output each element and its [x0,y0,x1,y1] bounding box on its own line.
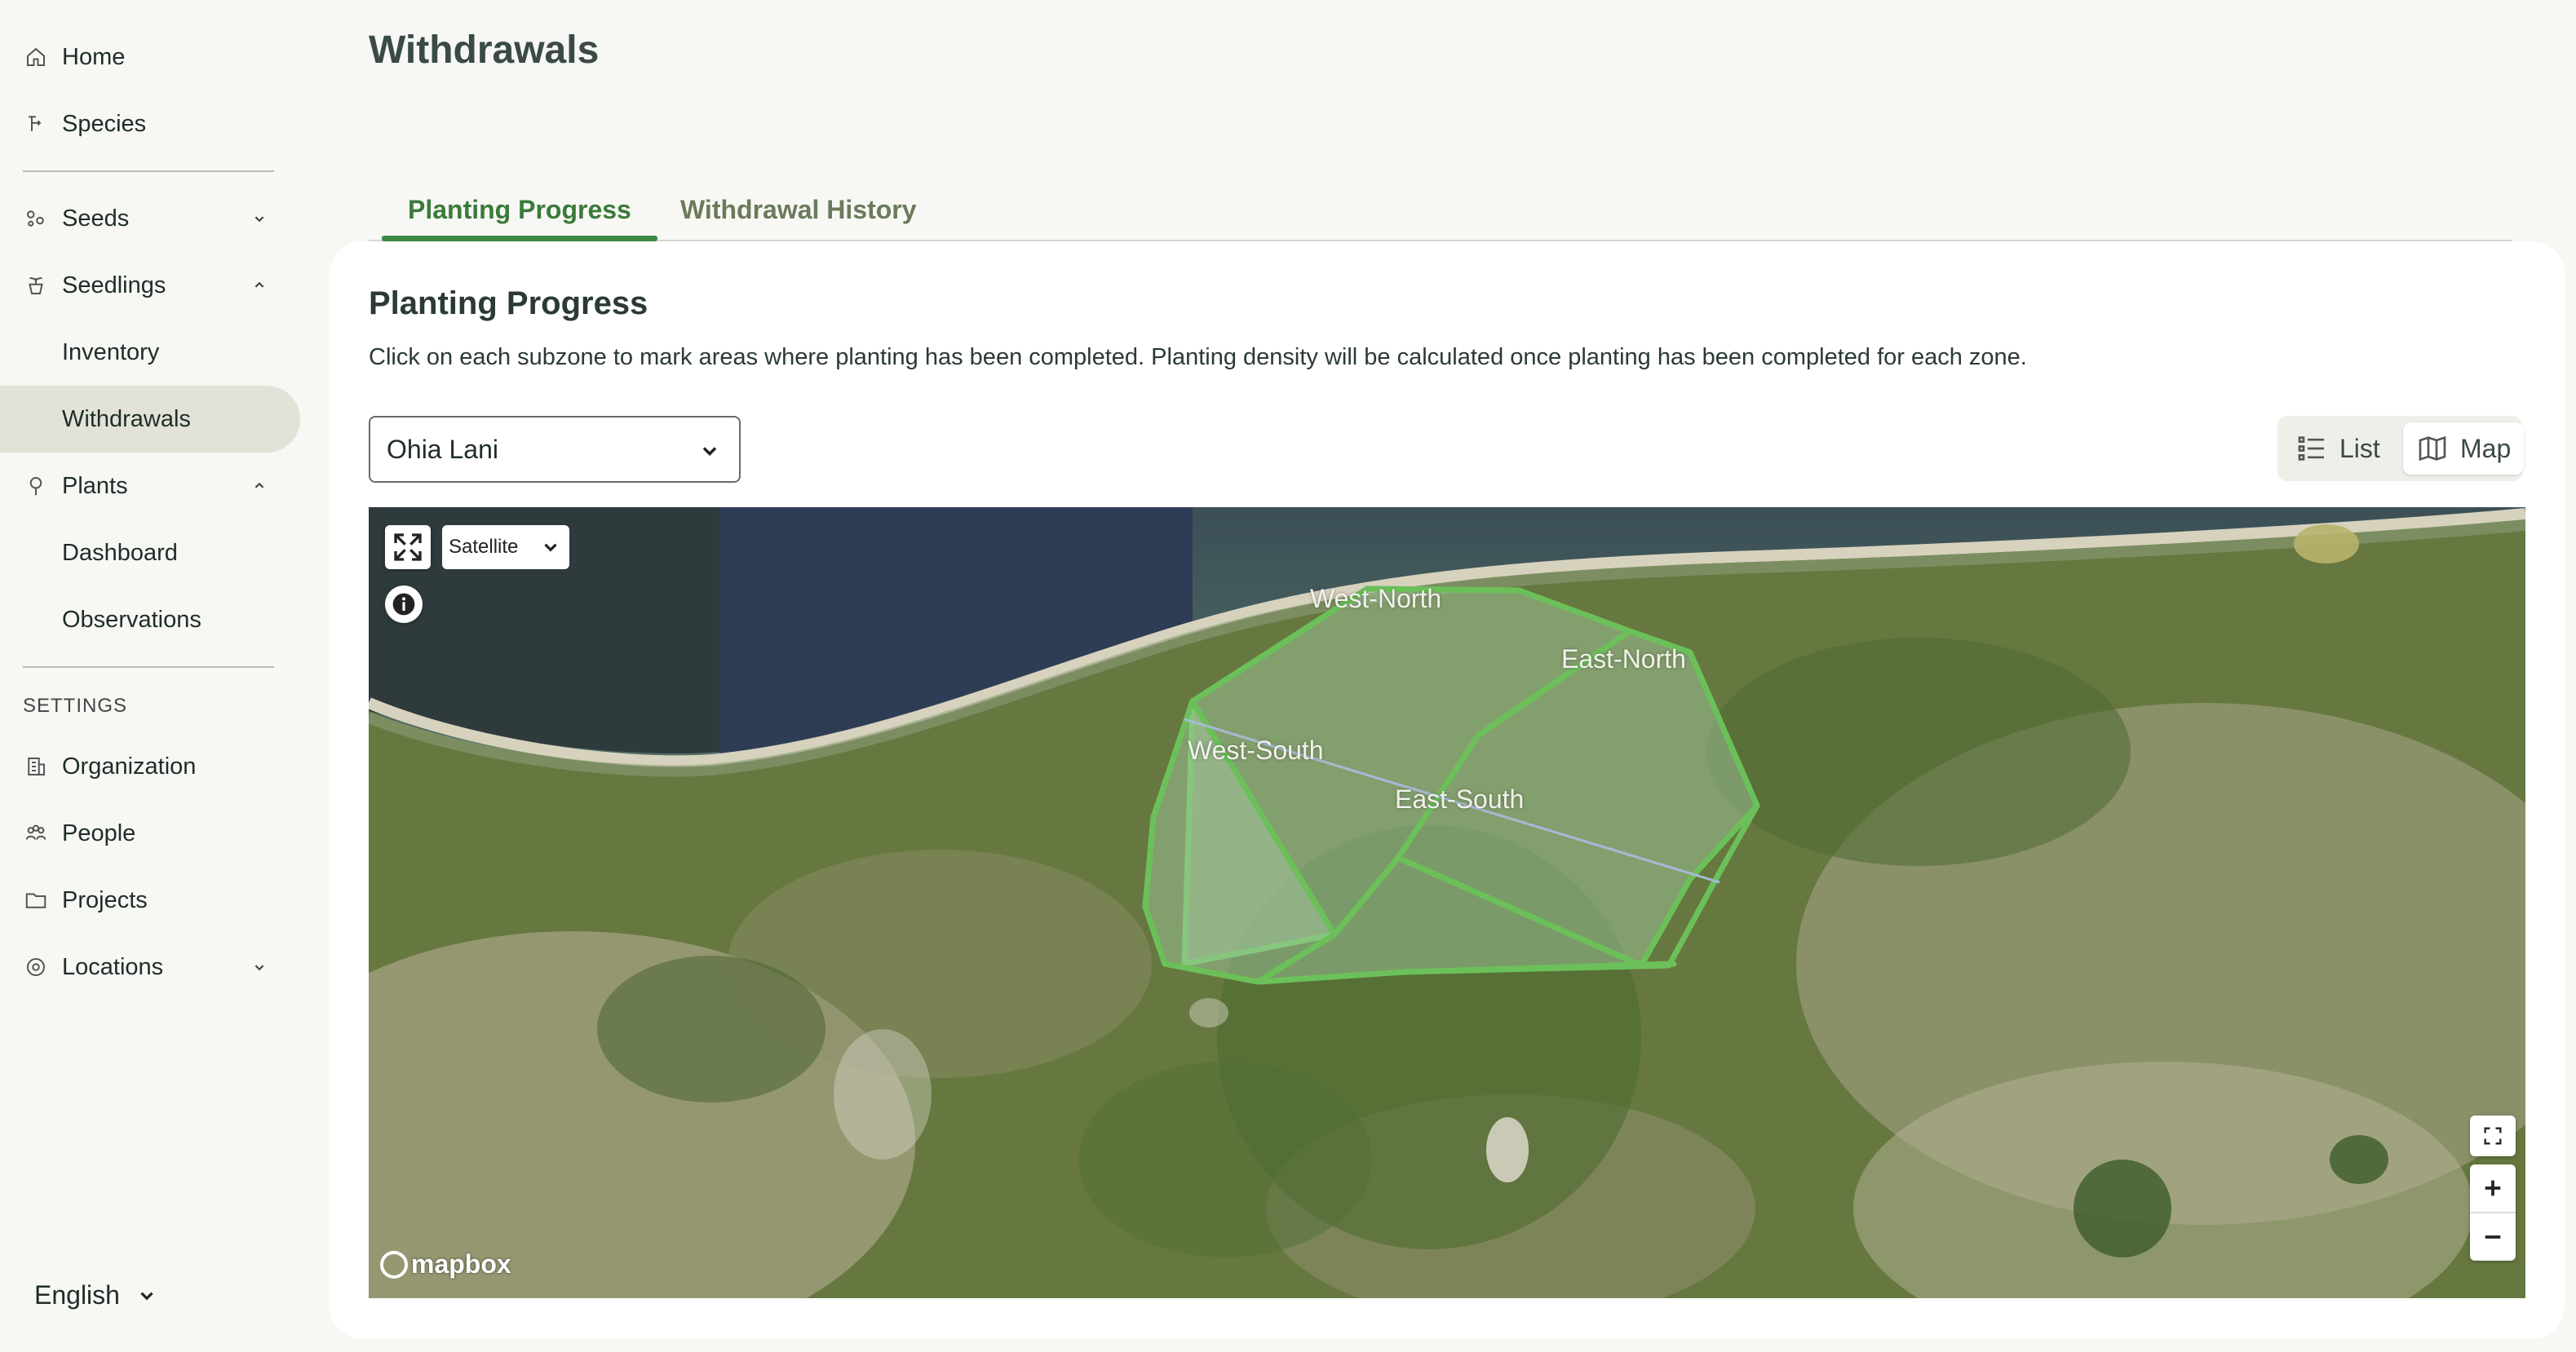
mapbox-logo-icon [380,1250,408,1279]
chevron-up-icon[interactable] [248,475,271,497]
map-view-label: Map [2460,433,2512,463]
chevron-down-icon[interactable] [248,956,271,979]
fit-bounds-icon [2484,1127,2502,1145]
sidebar-item-home[interactable]: Home [0,24,300,91]
sidebar-item-label: Inventory [62,338,160,365]
mapbox-logo[interactable]: mapbox [380,1249,511,1279]
sidebar: Home Species Seeds Seedlings Inventory W… [0,0,316,1352]
map-zoom-controls [2470,1164,2516,1261]
chevron-down-icon [140,1292,153,1301]
location-icon [23,954,49,980]
card-description: Click on each subzone to mark areas wher… [369,344,2027,370]
zoom-in-button[interactable] [2470,1164,2516,1212]
card-title: Planting Progress [369,285,648,321]
minus-icon [2485,1235,2501,1239]
zone-label-west-south[interactable]: West-South [1188,736,1324,766]
sidebar-item-label: Locations [62,953,164,980]
sidebar-item-observations[interactable]: Observations [0,586,300,653]
chevron-down-icon [544,543,557,552]
site-select[interactable]: Ohia Lani [369,416,741,483]
sidebar-item-species[interactable]: Species [0,91,300,157]
zoom-out-button[interactable] [2470,1213,2516,1261]
sidebar-item-seedlings[interactable]: Seedlings [0,252,300,319]
chevron-down-icon[interactable] [248,207,271,230]
sidebar-item-label: Seedlings [62,272,166,298]
sidebar-item-projects[interactable]: Projects [0,867,300,934]
language-selector[interactable]: English [34,1280,157,1310]
map-recenter-button[interactable] [2470,1116,2516,1156]
sidebar-item-organization[interactable]: Organization [0,733,300,800]
tab-label: Withdrawal History [680,194,917,224]
tab-withdrawal-history[interactable]: Withdrawal History [654,179,943,240]
expand-icon [394,533,422,561]
chevron-down-icon [702,447,717,456]
chevron-up-icon[interactable] [248,274,271,297]
zone-label-east-south[interactable]: East-South [1395,784,1524,815]
zone-label-east-north[interactable]: East-North [1561,644,1686,674]
sidebar-item-dashboard[interactable]: Dashboard [0,519,300,586]
list-icon [2298,436,2324,461]
view-toggle: List Map [2277,416,2525,481]
map-imagery [369,507,2525,1298]
map-layer-select[interactable]: Satellite [442,525,569,569]
map-icon [2419,435,2446,462]
sidebar-divider [23,170,274,172]
list-view-button[interactable]: List [2282,422,2393,475]
satellite-map[interactable]: West-North East-North West-South East-So… [369,507,2525,1298]
tab-bar: Planting Progress Withdrawal History [369,179,2512,241]
organization-icon [23,753,49,780]
folder-icon [23,887,49,913]
sidebar-item-locations[interactable]: Locations [0,934,300,1001]
sidebar-item-label: Observations [62,606,201,633]
zone-label-west-north[interactable]: West-North [1310,584,1441,614]
sidebar-item-people[interactable]: People [0,800,300,867]
sidebar-item-label: Projects [62,886,148,913]
sidebar-item-label: Species [62,110,147,137]
map-view-button[interactable]: Map [2403,422,2525,475]
info-icon [392,593,415,616]
seedlings-icon [23,272,49,298]
species-icon [23,111,49,137]
plants-icon [23,473,49,499]
sidebar-item-label: Organization [62,753,197,780]
mapbox-attribution: mapbox [411,1249,511,1279]
sidebar-item-label: Plants [62,472,128,499]
plus-icon [2485,1180,2501,1196]
sidebar-item-inventory[interactable]: Inventory [0,319,300,386]
tab-planting-progress[interactable]: Planting Progress [382,179,657,241]
language-label: English [34,1280,120,1310]
sidebar-item-withdrawals[interactable]: Withdrawals [0,386,300,453]
sidebar-item-label: Home [62,43,126,70]
sidebar-item-label: Dashboard [62,539,178,566]
map-info-button[interactable] [385,585,423,623]
planting-progress-card: Planting Progress Click on each subzone … [330,241,2565,1339]
sidebar-item-label: Seeds [62,205,130,232]
sidebar-item-plants[interactable]: Plants [0,453,300,519]
seeds-icon [23,205,49,232]
site-select-value: Ohia Lani [387,434,498,464]
list-view-label: List [2339,433,2380,463]
map-fullscreen-button[interactable] [385,525,431,569]
people-icon [23,820,49,846]
page-title: Withdrawals [369,29,600,72]
sidebar-item-label: People [62,820,136,846]
home-icon [23,44,49,70]
sidebar-divider [23,666,274,668]
settings-section-label: SETTINGS [23,695,128,717]
sidebar-item-label: Withdrawals [62,405,191,432]
tab-label: Planting Progress [408,194,631,224]
map-layer-value: Satellite [449,536,519,558]
sidebar-item-seeds[interactable]: Seeds [0,185,300,252]
